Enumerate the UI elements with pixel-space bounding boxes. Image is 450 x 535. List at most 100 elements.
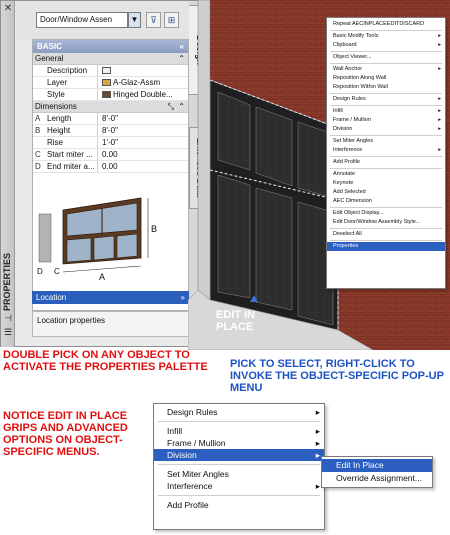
autohide-icon[interactable]: ⊣	[3, 313, 13, 323]
menu-item-division[interactable]: Division ▸	[327, 125, 445, 134]
menu-item-add-profile[interactable]: Add Profile	[327, 158, 445, 167]
menu-item-set-miter-angles[interactable]: Set Miter Angles	[327, 137, 445, 146]
pick-icon[interactable]: ⤡	[168, 101, 174, 113]
property-row-length[interactable]: A Length 8'-0"	[33, 113, 188, 125]
collapse-icon[interactable]: «	[180, 40, 184, 53]
property-value[interactable]: 1'-0"	[98, 137, 188, 148]
submenu-arrow-icon: ▸	[438, 42, 441, 48]
menu-item-set-miter-angles[interactable]: Set Miter Angles	[154, 468, 324, 480]
menu-item-label: Infill	[333, 108, 343, 114]
property-value[interactable]: 8'-0"	[98, 113, 188, 124]
object-type-select[interactable]: Door/Window Assen	[36, 12, 128, 28]
menu-item-label: Set Miter Angles	[167, 469, 229, 479]
menu-item-aec-dimension[interactable]: AEC Dimension	[327, 197, 445, 206]
menu-item-infill[interactable]: Infill ▸	[154, 425, 324, 437]
menu-separator	[330, 240, 442, 241]
double-pick-note: DOUBLE PICK ON ANY OBJECT TO ACTIVATE TH…	[3, 349, 208, 373]
basic-section-header[interactable]: BASIC «	[33, 40, 188, 53]
edit-in-place-callout: EDIT IN PLACE	[216, 309, 256, 333]
menu-item-label: Add Selected	[333, 189, 366, 195]
collapse-icon[interactable]: ⌃	[178, 53, 185, 65]
palette-menu-icon[interactable]: ☰	[3, 327, 13, 337]
property-name: Style	[45, 89, 98, 100]
filter-icon[interactable]: ⊽	[146, 12, 161, 28]
object-context-menu-zoomed: Design Rules ▸ Infill ▸ Frame / Mullion ▸ Divi…	[153, 403, 325, 530]
menu-separator	[158, 464, 320, 465]
row-letter: B	[35, 126, 41, 135]
menu-item-reposition-within-wall[interactable]: Reposition Within Wall	[327, 83, 445, 92]
location-description: Location properties	[32, 311, 189, 337]
general-section-header[interactable]: General ⌃	[33, 53, 188, 65]
property-row-height[interactable]: B Height 8'-0"	[33, 125, 188, 137]
menu-item-design-rules[interactable]: Design Rules ▸	[327, 95, 445, 104]
menu-item-frame-mullion[interactable]: Frame / Mullion ▸	[327, 116, 445, 125]
property-name: Description	[45, 65, 98, 76]
menu-item-repeat-aecinplaceeditdiscard[interactable]: Repeat AECINPLACEEDITDISCARD	[327, 20, 445, 29]
property-value[interactable]: A-Glaz-Assm	[98, 77, 188, 88]
menu-item-annotate[interactable]: Annotate	[327, 170, 445, 179]
menu-item-label: Division	[333, 126, 353, 132]
menu-separator	[330, 51, 442, 52]
menu-item-clipboard[interactable]: Clipboard ▸	[327, 41, 445, 50]
quick-select-icon[interactable]: ⊞	[164, 12, 179, 28]
expand-icon[interactable]: »	[181, 291, 185, 304]
menu-item-label: Override Assignment...	[336, 473, 422, 483]
dimensions-section-header[interactable]: Dimensions ⤡ ⌃	[33, 101, 188, 113]
menu-item-basic-modify-tools[interactable]: Basic Modify Tools ▸	[327, 32, 445, 41]
menu-item-label: Edit Door/Window Assembly Style...	[333, 219, 421, 225]
basic-label: BASIC	[37, 42, 62, 51]
style-icon	[102, 91, 111, 98]
property-row-style[interactable]: Style Hinged Double...	[33, 89, 188, 101]
row-letter: C	[35, 150, 41, 159]
property-value[interactable]: 0.00	[98, 161, 188, 172]
menu-item-keynote[interactable]: Keynote	[327, 179, 445, 188]
menu-item-wall-anchor[interactable]: Wall Anchor ▸	[327, 65, 445, 74]
menu-item-edit-object-display[interactable]: Edit Object Display...	[327, 209, 445, 218]
menu-item-division[interactable]: Division ▸	[154, 449, 324, 461]
menu-item-deselect-all[interactable]: Deselect All	[327, 230, 445, 239]
close-icon[interactable]: ✕	[3, 4, 13, 14]
menu-item-edit-in-place[interactable]: Edit In Place	[322, 459, 432, 472]
property-value[interactable]	[98, 65, 188, 76]
layer-color-icon	[102, 79, 111, 86]
row-letter: D	[35, 162, 41, 171]
property-row-layer[interactable]: Layer A-Glaz-Assm	[33, 77, 188, 89]
menu-item-label: Wall Anchor	[333, 66, 363, 72]
property-value[interactable]: 8'-0"	[98, 125, 188, 136]
menu-separator	[330, 93, 442, 94]
property-name: End miter a...	[45, 161, 98, 172]
submenu-arrow-icon: ▸	[438, 96, 441, 102]
menu-item-object-viewer[interactable]: Object Viewer...	[327, 53, 445, 62]
property-row-end-miter[interactable]: D End miter a... 0.00	[33, 161, 188, 173]
menu-item-add-selected[interactable]: Add Selected	[327, 188, 445, 197]
property-name: Rise	[45, 137, 98, 148]
menu-item-interference[interactable]: Interference ▸	[154, 480, 324, 492]
property-row-description[interactable]: Description	[33, 65, 188, 77]
edit-grips-note: NOTICE EDIT IN PLACE GRIPS AND ADVANCED …	[3, 410, 128, 458]
location-section-header[interactable]: Location »	[32, 291, 189, 304]
property-row-start-miter[interactable]: C Start miter ... 0.00	[33, 149, 188, 161]
menu-item-reposition-along-wall[interactable]: Reposition Along Wall	[327, 74, 445, 83]
menu-item-label: Division	[167, 450, 197, 460]
menu-item-label: Basic Modify Tools	[333, 33, 379, 39]
menu-item-add-profile[interactable]: Add Profile	[154, 499, 324, 511]
property-value[interactable]: 0.00	[98, 149, 188, 160]
menu-item-properties[interactable]: Properties	[327, 242, 445, 251]
submenu-arrow-icon: ▸	[315, 426, 320, 436]
chevron-down-icon[interactable]: ▼	[128, 12, 141, 28]
submenu-arrow-icon: ▸	[315, 438, 320, 448]
menu-item-design-rules[interactable]: Design Rules ▸	[154, 406, 324, 418]
menu-separator	[330, 207, 442, 208]
menu-item-interference[interactable]: Interference ▸	[327, 146, 445, 155]
menu-item-edit-door-window-assembly-style[interactable]: Edit Door/Window Assembly Style...	[327, 218, 445, 227]
property-name: Height	[45, 125, 98, 136]
menu-item-infill[interactable]: Infill ▸	[327, 107, 445, 116]
property-value[interactable]: Hinged Double...	[98, 89, 188, 100]
row-letter	[33, 89, 45, 100]
menu-item-override-assignment[interactable]: Override Assignment...	[322, 472, 432, 485]
collapse-icon[interactable]: ⌃	[178, 101, 185, 113]
row-letter	[33, 65, 45, 76]
menu-item-label: Annotate	[333, 171, 356, 177]
property-row-rise[interactable]: Rise 1'-0"	[33, 137, 188, 149]
menu-item-frame-mullion[interactable]: Frame / Mullion ▸	[154, 437, 324, 449]
